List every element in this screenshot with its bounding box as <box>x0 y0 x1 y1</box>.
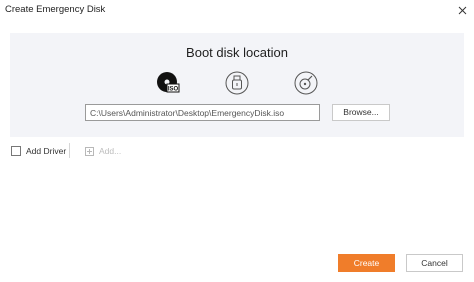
vertical-divider <box>69 143 70 158</box>
close-button[interactable] <box>454 2 470 18</box>
boot-disk-path-input[interactable] <box>85 104 320 121</box>
add-driver-label: Add Driver <box>26 146 67 156</box>
create-button[interactable]: Create <box>338 254 395 272</box>
boot-disk-panel: Boot disk location ISO C:\Users\Administ… <box>10 33 464 137</box>
iso-badge-label: ISO <box>168 87 179 93</box>
add-label: Add... <box>99 146 122 156</box>
cd-disc-icon <box>294 71 318 95</box>
add-driver-checkbox[interactable]: Add Driver <box>11 145 66 157</box>
browse-button[interactable]: Browse... <box>332 104 390 121</box>
iso-disc-icon: ISO <box>157 72 180 93</box>
usb-option[interactable] <box>225 71 249 95</box>
dialog-title: Create Emergency Disk <box>5 4 106 15</box>
close-icon <box>458 6 466 14</box>
checkbox-box <box>11 146 21 156</box>
cancel-button[interactable]: Cancel <box>406 254 463 272</box>
add-driver-link[interactable]: Add... <box>85 145 121 157</box>
plus-icon <box>85 146 94 156</box>
cd-dvd-option[interactable] <box>294 71 318 95</box>
usb-drive-icon <box>225 71 249 95</box>
title-bar: Create Emergency Disk <box>0 0 474 22</box>
iso-option[interactable]: ISO <box>156 71 180 95</box>
create-emergency-disk-dialog: Create Emergency Disk Boot disk location… <box>0 0 474 282</box>
panel-title: Boot disk location <box>186 45 288 60</box>
